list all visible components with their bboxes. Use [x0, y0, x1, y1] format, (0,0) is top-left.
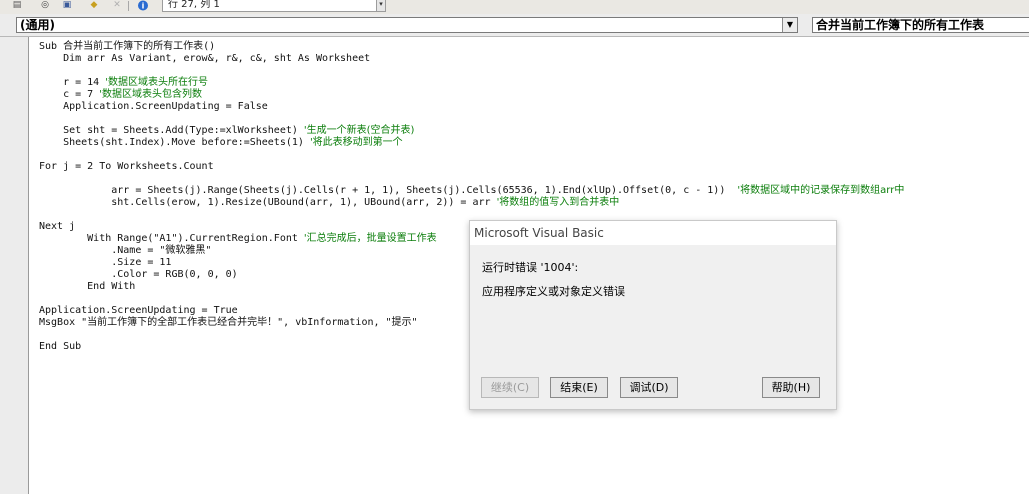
code-line-text: c = 7 [39, 89, 100, 100]
code-line[interactable]: Application.ScreenUpdating = True [39, 305, 238, 317]
object-dropdown-value: (通用) [20, 18, 55, 32]
code-line[interactable]: r = 14 '数据区域表头所在行号 [39, 77, 208, 89]
continue-button[interactable]: 继续(C) [481, 377, 539, 398]
code-line-text: For j = 2 To Worksheets.Count [39, 161, 214, 172]
code-comment: '将数据区域中的记录保存到数组arr中 [737, 185, 905, 196]
lock-icon[interactable]: ▣ [60, 0, 74, 11]
code-line[interactable]: sht.Cells(erow, 1).Resize(UBound(arr, 1)… [39, 197, 619, 209]
code-line-text: MsgBox "当前工作簿下的全部工作表已经合并完毕！", vbInformat… [39, 317, 418, 328]
code-line[interactable]: With Range("A1").CurrentRegion.Font '汇总完… [39, 233, 437, 245]
code-line[interactable]: MsgBox "当前工作簿下的全部工作表已经合并完毕！", vbInformat… [39, 317, 418, 329]
close-icon[interactable]: ✕ [110, 0, 124, 11]
dialog-title: Microsoft Visual Basic [474, 226, 604, 240]
code-line[interactable]: Next j [39, 221, 75, 233]
code-line[interactable]: Application.ScreenUpdating = False [39, 101, 268, 113]
code-line-text: Sheets(sht.Index).Move before:=Sheets(1) [39, 137, 310, 148]
code-line[interactable]: Dim arr As Variant, erow&, r&, c&, sht A… [39, 53, 370, 65]
toolbar: ▤ ◎ ▣ ◆ ✕ i 行 27, 列 1 ▾ [0, 0, 1029, 15]
code-line[interactable]: .Color = RGB(0, 0, 0) [39, 269, 238, 281]
code-line-text: Set sht = Sheets.Add(Type:=xlWorksheet) [39, 125, 304, 136]
code-comment: '汇总完成后，批量设置工作表 [303, 233, 437, 244]
code-window-header: (通用) ▼ 合并当前工作簿下的所有工作表 [0, 14, 1029, 37]
end-button[interactable]: 结束(E) [550, 377, 608, 398]
code-comment: '数据区域表头包含列数 [99, 89, 202, 100]
code-line[interactable]: .Name = "微软雅黑" [39, 245, 211, 257]
error-description-text: 应用程序定义或对象定义错误 [482, 285, 625, 298]
code-comment: '数据区域表头所在行号 [105, 77, 208, 88]
code-line-text: sht.Cells(erow, 1).Resize(UBound(arr, 1)… [39, 197, 497, 208]
dialog-titlebar[interactable]: Microsoft Visual Basic [470, 221, 836, 246]
code-line-text: .Color = RGB(0, 0, 0) [39, 269, 238, 280]
code-line[interactable]: Sheets(sht.Index).Move before:=Sheets(1)… [39, 137, 403, 149]
procedure-dropdown[interactable]: 合并当前工作簿下的所有工作表 [812, 17, 1029, 33]
code-line-text: .Name = "微软雅黑" [39, 245, 212, 256]
view-icon[interactable]: ◎ [38, 0, 52, 11]
code-line[interactable]: arr = Sheets(j).Range(Sheets(j).Cells(r … [39, 185, 904, 197]
toolbar-overflow-button[interactable]: ▾ [376, 0, 386, 12]
code-line-text: End Sub [39, 341, 82, 352]
code-comment: '将数组的值写入到合并表中 [496, 197, 620, 208]
code-line[interactable]: Set sht = Sheets.Add(Type:=xlWorksheet) … [39, 125, 414, 137]
code-line-text: Next j [39, 221, 76, 232]
error-code-text: 运行时错误 '1004': [482, 261, 579, 274]
object-dropdown[interactable]: (通用) ▼ [16, 17, 798, 33]
code-line-text: .Size = 11 [39, 257, 172, 268]
key-icon[interactable]: ◆ [87, 0, 101, 11]
code-line-text: Sub 合并当前工作簿下的所有工作表() [39, 41, 216, 52]
code-comment: '生成一个新表(空合并表) [303, 125, 415, 136]
margin-indicator-bar[interactable] [0, 37, 29, 494]
chevron-down-icon[interactable]: ▼ [782, 18, 797, 32]
procedure-dropdown-value: 合并当前工作簿下的所有工作表 [816, 18, 985, 32]
code-line[interactable]: End Sub [39, 341, 81, 353]
toolbar-separator [128, 1, 129, 11]
code-line-text: r = 14 [39, 77, 106, 88]
cursor-position-status: 行 27, 列 1 [162, 0, 381, 12]
code-line-text: Application.ScreenUpdating = True [39, 305, 238, 316]
help-button[interactable]: 帮助(H) [762, 377, 820, 398]
form-icon[interactable]: ▤ [10, 0, 24, 11]
code-line-text: Dim arr As Variant, erow&, r&, c&, sht A… [39, 53, 371, 64]
code-line[interactable]: .Size = 11 [39, 257, 171, 269]
code-line[interactable]: c = 7 '数据区域表头包含列数 [39, 89, 202, 101]
code-line-text: With Range("A1").CurrentRegion.Font [39, 233, 304, 244]
code-line[interactable]: Sub 合并当前工作簿下的所有工作表() [39, 41, 215, 53]
help-icon[interactable]: i [136, 0, 150, 11]
code-line[interactable]: End With [39, 281, 135, 293]
code-line-text: End With [39, 281, 136, 292]
code-comment: '将此表移动到第一个 [309, 137, 403, 148]
svg-text:i: i [142, 2, 145, 11]
code-line-text: arr = Sheets(j).Range(Sheets(j).Cells(r … [39, 185, 738, 196]
code-line[interactable]: For j = 2 To Worksheets.Count [39, 161, 214, 173]
runtime-error-dialog: Microsoft Visual Basic 运行时错误 '1004': 应用程… [469, 220, 837, 410]
debug-button[interactable]: 调试(D) [620, 377, 678, 398]
code-line-text: Application.ScreenUpdating = False [39, 101, 268, 112]
